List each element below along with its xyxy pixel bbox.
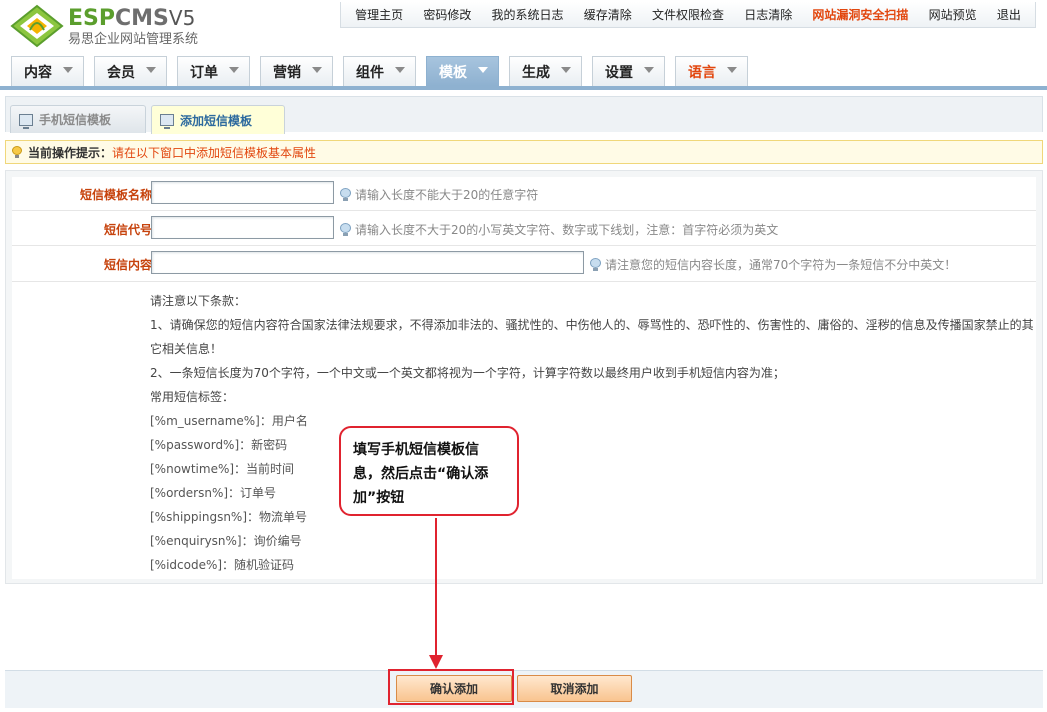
tab-label: 手机短信模板 (39, 113, 112, 127)
nav-tab-label: 营销 (273, 64, 301, 81)
tab-label: 添加短信模板 (180, 113, 253, 128)
sms-content-input[interactable] (151, 251, 584, 274)
sms-code-label: 短信代号 (103, 223, 152, 237)
notes-title: 请注意以下条款： (150, 294, 247, 308)
sms-tag-item: [%password%]：新密码 (150, 438, 288, 452)
monitor-icon (19, 113, 33, 129)
nav-tab-label: 订单 (190, 64, 218, 81)
sms-code-hint: 请输入长度不大于20的小写英文字符、数字或下线划，注意：首字符必须为英文 (340, 221, 778, 238)
chevron-down-icon (478, 67, 488, 73)
nav-tab-members[interactable]: 会员 (94, 56, 167, 86)
logo: ESPCMSV5 易思企业网站管理系统 (10, 4, 230, 48)
nav-tab-components[interactable]: 组件 (343, 56, 416, 86)
top-link-clear-log[interactable]: 日志清除 (744, 6, 792, 23)
sms-tag-item: [%nowtime%]：当前时间 (150, 462, 295, 476)
logo-cms: CMS (115, 6, 169, 31)
chevron-down-icon (561, 67, 571, 73)
nav-tab-settings[interactable]: 设置 (592, 56, 665, 86)
notes-item-2: 2、一条短信长度为70个字符，一个中文或一个英文都将视为一个字符，计算字符数以最… (150, 366, 785, 380)
arrow-down-icon (429, 655, 443, 669)
sms-code-hint-text: 请输入长度不大于20的小写英文字符、数字或下线划，注意：首字符必须为英文 (355, 223, 779, 237)
callout-arrow-line (435, 518, 437, 658)
hint-bulb-icon (340, 223, 351, 236)
nav-tab-label: 生成 (522, 64, 550, 81)
logo-subtitle: 易思企业网站管理系统 (68, 32, 199, 47)
form-panel: 短信模板名称 请输入长度不能大于20的任意字符 短信代号 请输入长度不大于20的… (5, 170, 1043, 584)
lightbulb-icon (12, 146, 22, 158)
chevron-down-icon (146, 67, 156, 73)
form-row-template-name: 短信模板名称 请输入长度不能大于20的任意字符 (12, 177, 1036, 211)
chevron-down-icon (63, 67, 73, 73)
instruction-callout: 填写手机短信模板信息，然后点击“确认添加”按钮 (339, 426, 519, 516)
top-link-site-preview[interactable]: 网站预览 (929, 6, 977, 23)
template-name-input[interactable] (151, 181, 334, 204)
sms-tag-item: [%idcode%]：随机验证码 (150, 558, 295, 572)
notes-item-1: 1、请确保您的短信内容符合国家法律法规要求，不得添加非法的、骚扰性的、中伤他人的… (150, 318, 1034, 356)
top-link-file-permission-check[interactable]: 文件权限检查 (652, 6, 724, 23)
sms-tag-item: [%m_username%]：用户名 (150, 414, 308, 428)
confirm-add-button[interactable]: 确认添加 (396, 675, 512, 702)
main-nav: 内容 会员 订单 营销 组件 模板 生成 设置 语言 (0, 52, 1047, 90)
nav-tab-templates[interactable]: 模板 (426, 56, 499, 86)
top-link-logout[interactable]: 退出 (997, 6, 1021, 23)
sms-tag-item: [%shippingsn%]：物流单号 (150, 510, 308, 524)
top-link-clear-cache[interactable]: 缓存清除 (584, 6, 632, 23)
chevron-down-icon (312, 67, 322, 73)
notes-tags-title: 常用短信标签： (150, 390, 235, 404)
tip-text: 请在以下窗口中添加短信模板基本属性 (112, 145, 317, 160)
template-name-label: 短信模板名称 (79, 188, 152, 202)
form-row-sms-content: 短信内容 请注意您的短信内容长度，通常70个字符为一条短信不分中英文！ (12, 246, 1036, 282)
top-link-my-system-log[interactable]: 我的系统日志 (492, 6, 564, 23)
form-row-sms-code: 短信代号 请输入长度不大于20的小写英文字符、数字或下线划，注意：首字符必须为英… (12, 211, 1036, 246)
nav-tab-label: 会员 (107, 64, 135, 81)
nav-tab-label: 语言 (688, 64, 716, 81)
form-body: 短信模板名称 请输入长度不能大于20的任意字符 短信代号 请输入长度不大于20的… (12, 177, 1036, 579)
sub-tab-bar: 手机短信模板 添加短信模板 (5, 96, 1043, 134)
tab-add-sms-template[interactable]: 添加短信模板 (151, 105, 285, 134)
top-links-bar: 管理主页 密码修改 我的系统日志 缓存清除 文件权限检查 日志清除 网站漏洞安全… (340, 2, 1036, 28)
sms-content-hint: 请注意您的短信内容长度，通常70个字符为一条短信不分中英文！ (590, 256, 956, 273)
hint-bulb-icon (590, 258, 601, 271)
top-link-admin-home[interactable]: 管理主页 (355, 6, 403, 23)
top-link-change-password[interactable]: 密码修改 (423, 6, 471, 23)
sms-code-input[interactable] (151, 216, 334, 239)
tab-sms-templates[interactable]: 手机短信模板 (10, 105, 146, 133)
nav-tab-language[interactable]: 语言 (675, 56, 748, 86)
logo-esp: ESP (68, 6, 115, 31)
nav-tab-label: 内容 (24, 64, 52, 81)
nav-tab-label: 设置 (605, 64, 633, 81)
logo-version: V5 (168, 6, 196, 30)
chevron-down-icon (727, 67, 737, 73)
operation-tip-bar: 当前操作提示： 请在以下窗口中添加短信模板基本属性 (5, 140, 1043, 164)
sms-tag-item: [%ordersn%]：订单号 (150, 486, 277, 500)
nav-tab-marketing[interactable]: 营销 (260, 56, 333, 86)
sms-content-label: 短信内容 (103, 258, 152, 272)
top-link-security-scan[interactable]: 网站漏洞安全扫描 (812, 6, 908, 23)
sms-tag-item: [%enquirysn%]：询价编号 (150, 534, 302, 548)
template-name-hint: 请输入长度不能大于20的任意字符 (340, 186, 538, 203)
chevron-down-icon (644, 67, 654, 73)
espcms-logo-icon (10, 4, 64, 48)
terms-notes: 请注意以下条款： 1、请确保您的短信内容符合国家法律法规要求，不得添加非法的、骚… (150, 289, 1040, 577)
cancel-add-button[interactable]: 取消添加 (517, 675, 632, 702)
chevron-down-icon (229, 67, 239, 73)
template-name-hint-text: 请输入长度不能大于20的任意字符 (355, 188, 539, 202)
nav-tab-content[interactable]: 内容 (11, 56, 84, 86)
logo-wordmark: ESPCMSV5 (68, 7, 195, 30)
tip-label: 当前操作提示： (28, 145, 113, 160)
nav-tab-orders[interactable]: 订单 (177, 56, 250, 86)
hint-bulb-icon (340, 188, 351, 201)
sms-content-hint-text: 请注意您的短信内容长度，通常70个字符为一条短信不分中英文！ (605, 258, 957, 272)
nav-tab-label: 组件 (356, 64, 384, 81)
monitor-icon (160, 114, 174, 129)
nav-tab-generate[interactable]: 生成 (509, 56, 582, 86)
nav-tab-label: 模板 (439, 64, 467, 81)
chevron-down-icon (395, 67, 405, 73)
